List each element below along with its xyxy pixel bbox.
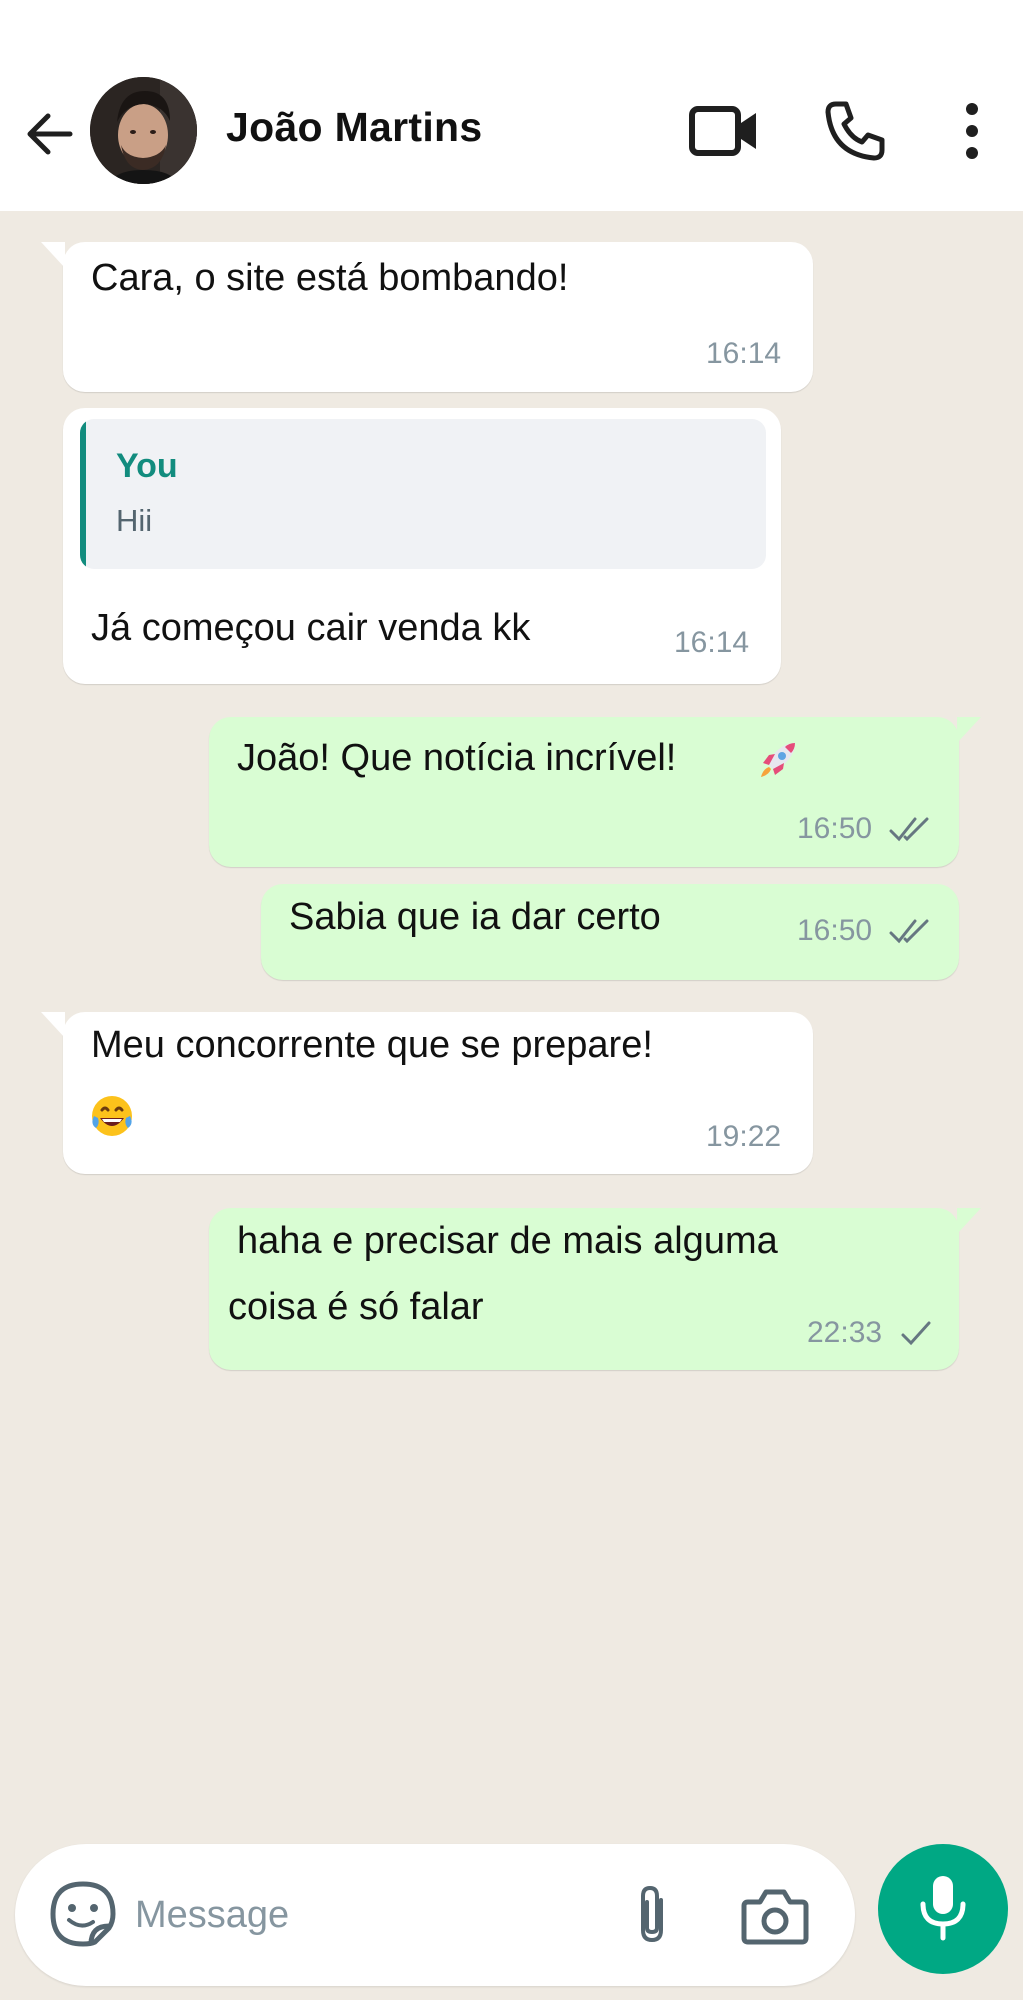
bubble-tail <box>41 1012 65 1038</box>
more-options-icon[interactable] <box>932 96 1012 166</box>
camera-icon[interactable] <box>740 1886 810 1951</box>
phone-call-icon[interactable] <box>815 96 895 166</box>
message-text: Já começou cair venda kk <box>91 607 531 649</box>
quote-author: You <box>116 447 178 485</box>
quoted-message[interactable]: You Hii <box>80 419 766 569</box>
message-text: Cara, o site está bombando! <box>91 257 569 299</box>
message-text: Meu concorrente que se prepare! <box>91 1024 653 1066</box>
message-bubble-incoming[interactable]: Cara, o site está bombando! 16:14 <box>41 242 813 392</box>
message-bubble-incoming[interactable]: You Hii Já começou cair venda kk 16:14 <box>63 408 781 684</box>
quote-accent-bar <box>80 419 86 569</box>
rocket-emoji-icon <box>755 737 801 788</box>
chat-area[interactable]: Cara, o site está bombando! 16:14 You Hi… <box>0 211 1023 1831</box>
message-text: Sabia que ia dar certo <box>289 896 661 938</box>
single-check-icon <box>901 1321 931 1346</box>
laughing-emoji-icon <box>88 1092 136 1145</box>
message-time: 19:22 <box>706 1120 782 1153</box>
message-time: 16:50 <box>797 914 873 947</box>
message-time: 16:14 <box>674 626 750 659</box>
message-time: 16:14 <box>706 337 782 370</box>
double-check-icon <box>889 919 929 944</box>
message-input[interactable] <box>135 1879 615 1951</box>
contact-avatar[interactable] <box>90 77 197 184</box>
attach-icon[interactable] <box>627 1882 677 1953</box>
message-text-line-1: haha e precisar de mais alguma <box>237 1220 778 1262</box>
double-check-icon <box>889 817 929 842</box>
back-arrow-icon[interactable] <box>22 106 78 162</box>
message-text: João! Que notícia incrível! <box>237 737 677 779</box>
contact-name[interactable]: João Martins <box>226 104 483 151</box>
message-time: 22:33 <box>807 1316 883 1349</box>
message-text-line-2: coisa é só falar <box>228 1286 484 1328</box>
bubble-tail <box>957 1208 981 1234</box>
message-bubble-incoming[interactable]: Meu concorrente que se prepare! 19:22 <box>41 1012 813 1174</box>
mic-icon <box>913 1872 973 1947</box>
quote-text: Hii <box>116 503 153 538</box>
bubble-tail <box>41 242 65 268</box>
message-bubble-outgoing[interactable]: Sabia que ia dar certo 16:50 <box>261 884 959 980</box>
message-bubble-outgoing[interactable]: haha e precisar de mais alguma coisa é s… <box>209 1208 981 1370</box>
status-bar <box>0 0 1023 66</box>
video-call-icon[interactable] <box>683 96 763 166</box>
bubble-tail <box>957 717 981 743</box>
message-time: 16:50 <box>797 812 873 845</box>
sticker-icon[interactable] <box>47 1878 119 1955</box>
chat-header: João Martins <box>0 66 1023 211</box>
message-bubble-outgoing[interactable]: João! Que notícia incrível! 16:50 <box>209 717 981 867</box>
message-composer <box>15 1844 855 1986</box>
voice-record-button[interactable] <box>878 1844 1008 1974</box>
